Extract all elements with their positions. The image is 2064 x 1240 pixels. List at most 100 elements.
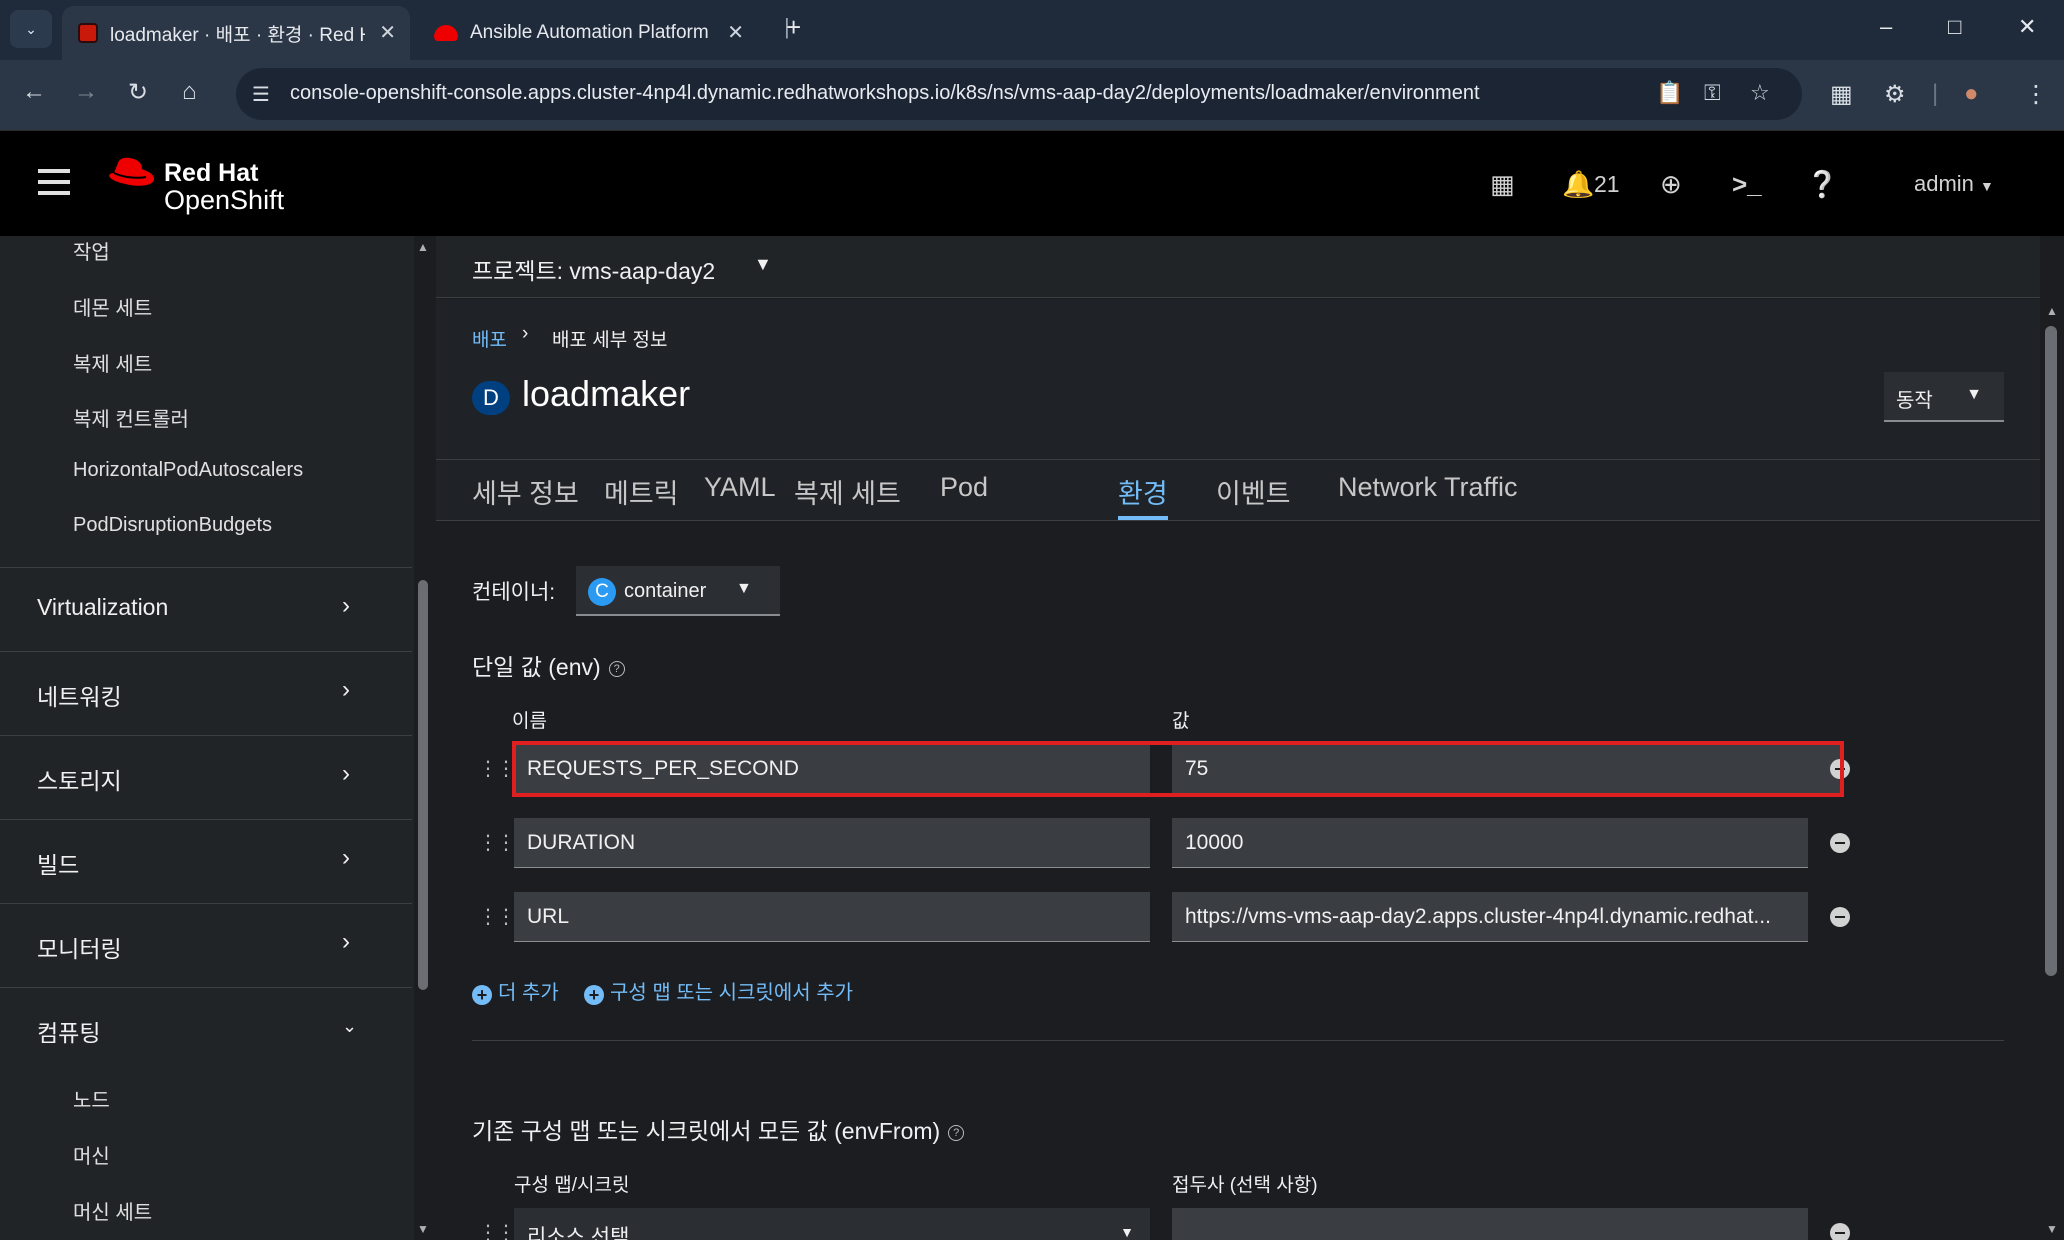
tab-details[interactable]: 세부 정보	[472, 472, 579, 511]
browser-tab-bar: ⌄ loadmaker · 배포 · 환경 · Red Hat ✕ Ansibl…	[0, 0, 2064, 60]
masthead: Red Hat OpenShift ▦ 🔔 21 ⊕ >_ ❔ admin ▼	[0, 130, 2064, 236]
sidebar-item-pdb[interactable]: PodDisruptionBudgets	[73, 514, 272, 537]
sidebar-section-label: 컴퓨팅	[37, 1020, 101, 1046]
user-menu[interactable]: admin ▼	[1914, 171, 1994, 197]
scroll-up-arrow-icon[interactable]: ▲	[2046, 304, 2058, 318]
sidebar-item-machinesets[interactable]: 머신 세트	[73, 1196, 152, 1225]
chevron-down-icon: ⌄	[25, 20, 37, 37]
qr-code-icon[interactable]: ▦	[1830, 80, 1853, 109]
prefix-input[interactable]	[1172, 1208, 1808, 1240]
tab-events[interactable]: 이벤트	[1216, 472, 1291, 511]
caret-down-icon: ▼	[1966, 386, 1982, 403]
help-icon[interactable]: ?	[948, 1124, 965, 1141]
caret-down-icon[interactable]: ▼	[754, 254, 772, 275]
url-text[interactable]: console-openshift-console.apps.cluster-4…	[290, 82, 1480, 105]
sidebar-section-builds[interactable]: 빌드 ›	[0, 819, 412, 903]
env-name-input[interactable]: DURATION	[514, 818, 1150, 868]
window-close-icon[interactable]: ✕	[2018, 14, 2036, 40]
sidebar-section-monitoring[interactable]: 모니터링 ›	[0, 903, 412, 987]
reload-icon[interactable]: ↻	[128, 78, 148, 107]
sidebar-section-compute[interactable]: 컴퓨팅 ⌄	[0, 987, 412, 1071]
more-menu-icon[interactable]: ⋮	[2024, 80, 2048, 109]
actions-label: 동작	[1896, 390, 1933, 412]
drag-handle-icon[interactable]: ⋮⋮	[478, 1220, 516, 1240]
scroll-down-arrow-icon[interactable]: ▼	[417, 1222, 429, 1236]
drag-handle-icon[interactable]: ⋮⋮	[478, 756, 516, 781]
container-select[interactable]: C container ▼	[576, 566, 780, 616]
close-tab-icon[interactable]: ✕	[379, 20, 396, 45]
app-launcher-grid-icon[interactable]: ▦	[1490, 169, 1515, 200]
project-selector[interactable]: 프로젝트: vms-aap-day2	[472, 252, 715, 286]
env-section-title: 단일 값 (env)?	[472, 648, 625, 682]
main-scrollbar[interactable]: ▲ ▼	[2040, 300, 2064, 1240]
value-column-header: 값	[1172, 711, 1190, 732]
web-terminal-icon[interactable]: >_	[1732, 169, 1762, 200]
sidebar-section-networking[interactable]: 네트워킹 ›	[0, 651, 412, 735]
tab-replicasets[interactable]: 복제 세트	[794, 472, 901, 511]
maximize-icon[interactable]: □	[1948, 14, 1961, 40]
extensions-icon[interactable]: ⚙	[1884, 80, 1906, 109]
forward-icon[interactable]: →	[74, 78, 98, 106]
address-bar[interactable]: ☰ console-openshift-console.apps.cluster…	[236, 68, 1802, 120]
browser-tab-active[interactable]: loadmaker · 배포 · 환경 · Red Hat ✕	[62, 6, 410, 60]
notification-count[interactable]: 21	[1594, 171, 1620, 198]
env-name-input[interactable]: URL	[514, 892, 1150, 942]
env-value-input[interactable]: https://vms-vms-aap-day2.apps.cluster-4n…	[1172, 892, 1808, 942]
tab-yaml[interactable]: YAML	[704, 472, 776, 503]
sidebar-scrollbar[interactable]: ▲ ▼	[414, 236, 432, 1240]
resource-select-dropdown[interactable]: 리소스 선택 ▼	[514, 1208, 1150, 1240]
add-more-button[interactable]: + 더 추가	[472, 976, 559, 1005]
minimize-icon[interactable]: –	[1880, 14, 1892, 40]
toolbar-divider: |	[1932, 80, 1939, 107]
key-icon[interactable]: ⚿	[1704, 80, 1721, 106]
new-tab-icon[interactable]: +	[786, 12, 801, 43]
remove-row-icon[interactable]	[1830, 907, 1850, 927]
main-scroll-thumb[interactable]	[2045, 326, 2057, 976]
home-icon[interactable]: ⌂	[182, 78, 197, 106]
sidebar-section-virtualization[interactable]: Virtualization ›	[0, 567, 412, 651]
profile-avatar-icon[interactable]: ●	[1964, 80, 1979, 108]
scroll-down-arrow-icon[interactable]: ▼	[2046, 1222, 2058, 1236]
sidebar-item-daemonsets[interactable]: 데몬 세트	[73, 292, 152, 321]
breadcrumb-separator-icon: ›	[522, 323, 529, 344]
tab-network-traffic[interactable]: Network Traffic	[1338, 472, 1518, 503]
prefix-column-header: 접두사 (선택 사항)	[1172, 1175, 1318, 1196]
container-label: 컨테이너:	[472, 581, 556, 604]
container-badge: C	[588, 578, 616, 606]
close-tab-icon[interactable]: ✕	[727, 20, 744, 45]
quick-create-plus-icon[interactable]: ⊕	[1660, 169, 1682, 200]
add-from-configmap-button[interactable]: + 구성 맵 또는 시크릿에서 추가	[584, 976, 853, 1005]
remove-row-icon[interactable]	[1830, 833, 1850, 853]
sidebar-item-replication-controllers[interactable]: 복제 컨트롤러	[73, 403, 189, 432]
env-value-input[interactable]: 10000	[1172, 818, 1808, 868]
browser-tab[interactable]: Ansible Automation Platform ✕	[418, 6, 758, 60]
caret-down-icon: ▼	[1980, 178, 1994, 194]
chevron-right-icon: ›	[342, 760, 350, 787]
bookmark-star-icon[interactable]: ☆	[1750, 80, 1770, 106]
help-question-icon[interactable]: ❔	[1806, 169, 1838, 200]
notification-bell-icon[interactable]: 🔔	[1562, 169, 1594, 200]
help-icon[interactable]: ?	[608, 660, 625, 677]
tab-environment[interactable]: 환경	[1118, 472, 1168, 511]
tab-search-button[interactable]: ⌄	[10, 10, 52, 48]
back-icon[interactable]: ←	[22, 78, 46, 106]
drag-handle-icon[interactable]: ⋮⋮	[478, 830, 516, 855]
sidebar-item-jobs[interactable]: 작업	[73, 236, 110, 265]
sidebar-scroll-thumb[interactable]	[418, 580, 428, 990]
breadcrumb-link-deployments[interactable]: 배포	[472, 325, 507, 352]
sidebar-item-nodes[interactable]: 노드	[73, 1084, 110, 1113]
remove-row-icon[interactable]	[1830, 1223, 1850, 1240]
site-info-icon[interactable]: ☰	[252, 82, 270, 107]
scroll-up-arrow-icon[interactable]: ▲	[417, 240, 429, 254]
tab-metrics[interactable]: 메트릭	[604, 472, 679, 511]
main-content: 프로젝트: vms-aap-day2 ▼ 배포 › 배포 세부 정보 D loa…	[436, 236, 2040, 1240]
sidebar-item-replicasets[interactable]: 복제 세트	[73, 348, 152, 377]
actions-dropdown[interactable]: 동작 ▼	[1884, 372, 2004, 422]
clipboard-icon[interactable]: 📋	[1656, 80, 1683, 106]
sidebar-item-hpa[interactable]: HorizontalPodAutoscalers	[73, 459, 303, 482]
sidebar-section-storage[interactable]: 스토리지 ›	[0, 735, 412, 819]
tab-pods[interactable]: Pod	[940, 472, 988, 503]
drag-handle-icon[interactable]: ⋮⋮	[478, 904, 516, 929]
sidebar-item-machines[interactable]: 머신	[73, 1140, 110, 1169]
hamburger-menu-icon[interactable]	[38, 169, 70, 195]
